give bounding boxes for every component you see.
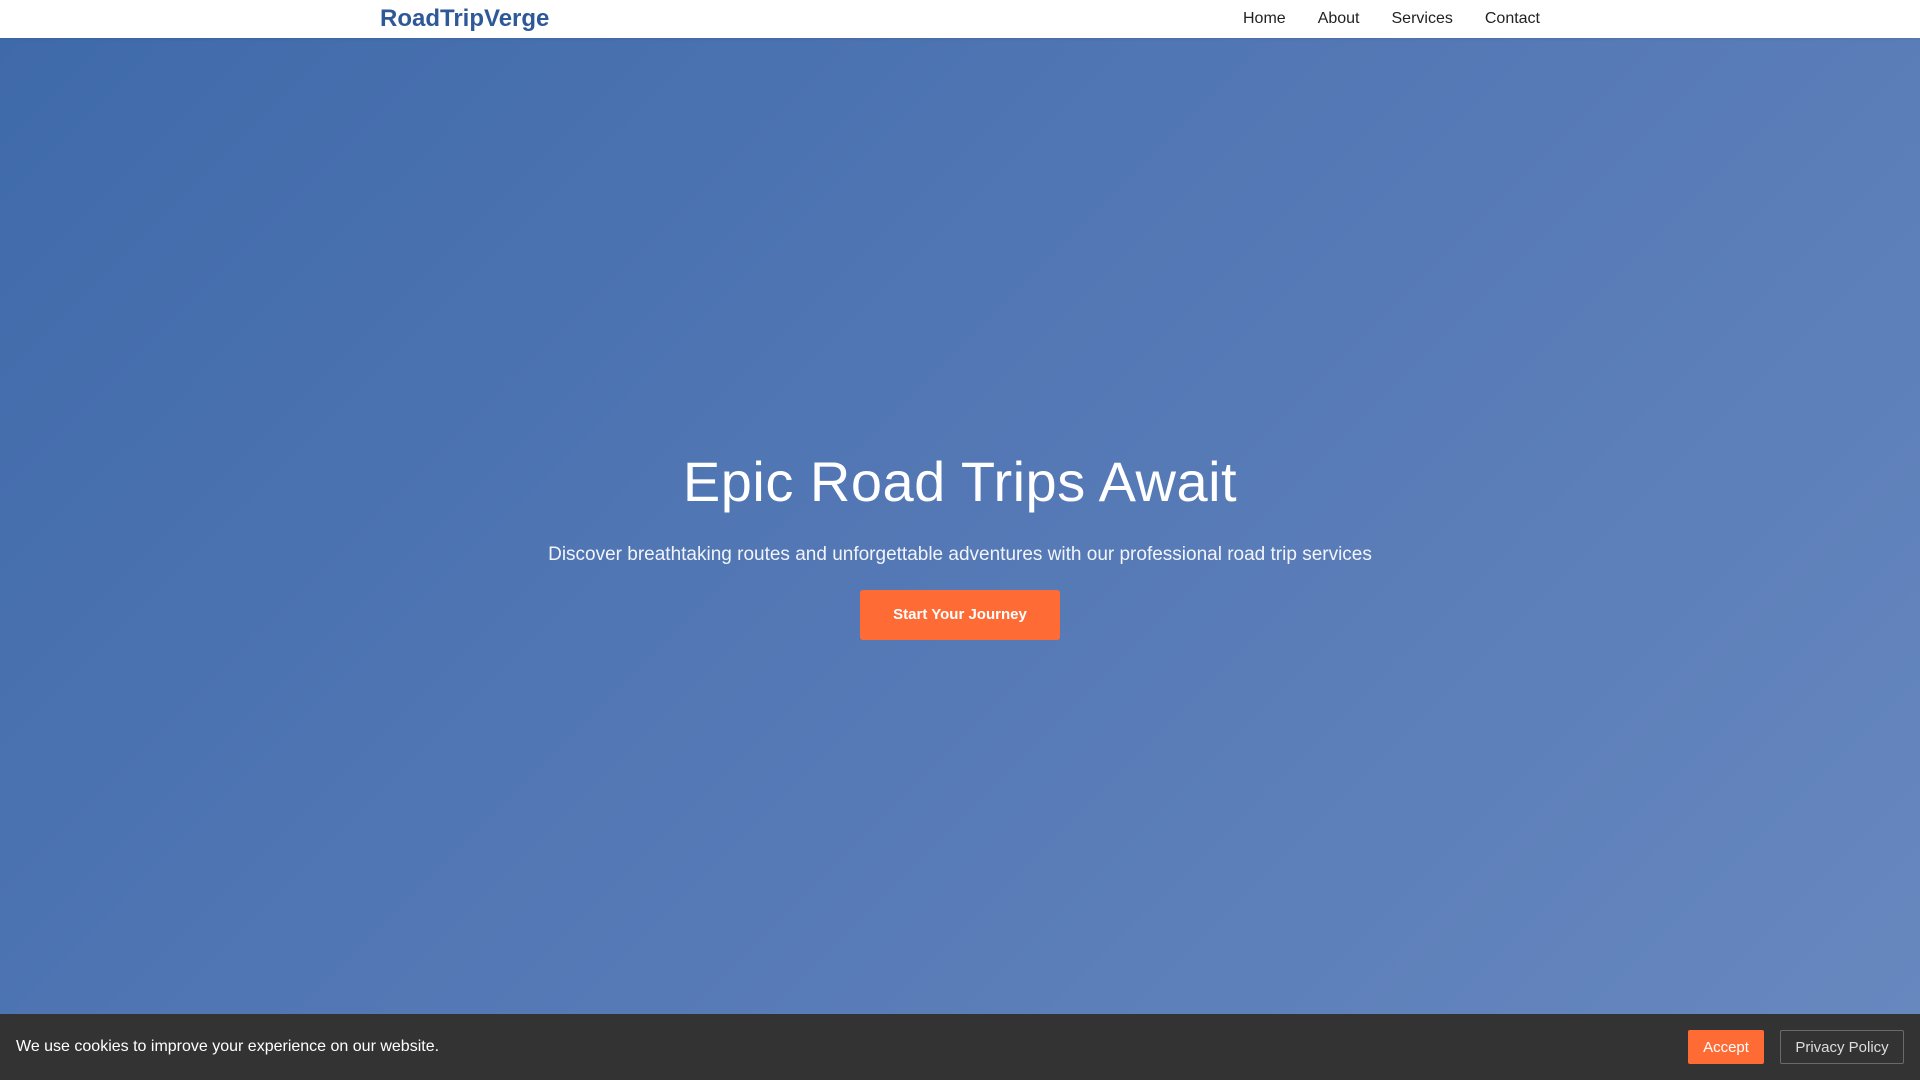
hero-subtitle: Discover breathtaking routes and unforge… [548, 544, 1372, 565]
hero-section: Epic Road Trips Await Discover breathtak… [0, 38, 1920, 1014]
site-logo[interactable]: RoadTripVerge [380, 0, 549, 38]
start-journey-button[interactable]: Start Your Journey [860, 590, 1060, 640]
nav-link-contact[interactable]: Contact [1485, 10, 1540, 28]
main-nav: Home About Services Contact [1243, 0, 1540, 38]
cookie-banner: We use cookies to improve your experienc… [0, 1014, 1920, 1080]
hero-content: Epic Road Trips Await Discover breathtak… [0, 448, 1920, 640]
nav-link-about[interactable]: About [1318, 10, 1360, 28]
accept-cookies-button[interactable]: Accept [1688, 1030, 1764, 1064]
hero-title: Epic Road Trips Await [682, 450, 1238, 513]
cookie-message: We use cookies to improve your experienc… [16, 1038, 440, 1055]
cookie-actions: Accept Privacy Policy [1688, 1030, 1904, 1064]
nav-link-services[interactable]: Services [1392, 10, 1453, 28]
nav-link-home[interactable]: Home [1243, 10, 1286, 28]
privacy-policy-button[interactable]: Privacy Policy [1780, 1030, 1904, 1064]
navbar: RoadTripVerge Home About Services Contac… [0, 0, 1920, 38]
